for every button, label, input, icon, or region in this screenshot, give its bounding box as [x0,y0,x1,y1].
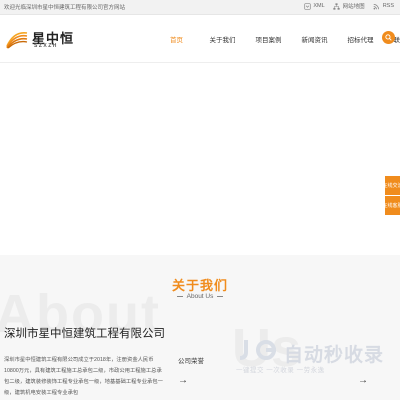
rss-icon [373,2,381,10]
logo-mark-icon [6,31,28,49]
company-name: 深圳市星中恒建筑工程有限公司 [4,328,165,340]
search-icon [385,34,392,41]
divider-left [176,296,183,297]
watermark-logo-icon [239,340,276,360]
xml-link[interactable]: XML [303,2,325,10]
nav-item-bidding[interactable]: 招标代理 [344,15,377,63]
logo-subtext: SZXZH [34,43,58,49]
about-subtitle: About Us [0,293,400,300]
xml-link-label: XML [313,3,325,9]
top-bar: 欢迎光临深圳市星中恒建筑工程有限公司官方网站 XML 网站地图 RSS [0,0,400,15]
nav-item-about[interactable]: 关于我们 [206,15,239,63]
watermark-title: 自动秒收录 [284,345,385,366]
site-logo[interactable]: 星中恒 SZXZH [6,25,86,55]
rss-link-label: RSS [382,3,394,9]
company-description: 深圳市星中恒建筑工程有限公司成立于2018年，注册资金人民币10800万元，具有… [4,357,163,396]
side-tab-service[interactable]: 在线客服 [385,196,400,216]
sitemap-link[interactable]: 网站地图 [333,2,365,10]
rss-link[interactable]: RSS [373,2,394,10]
welcome-text: 欢迎光临深圳市星中恒建筑工程有限公司官方网站 [4,5,126,11]
nav-item-projects[interactable]: 项目案例 [252,15,285,63]
hero-banner [0,63,400,255]
main-nav: 首页 关于我们 项目案例 新闻资讯 招标代理 联系我们 [160,15,400,63]
nav-item-home[interactable]: 首页 [160,15,193,63]
search-button[interactable] [382,31,395,44]
divider-right [217,296,224,297]
top-links: XML 网站地图 RSS [303,2,394,10]
side-tab-chat[interactable]: 在线交流 [385,176,400,196]
sitemap-link-label: 网站地图 [342,4,365,10]
about-title: 关于我们 [171,278,228,293]
side-float-tabs: 在线交流 在线客服 [385,176,400,216]
about-section: About Us 关于我们 About Us 深圳市星中恒建筑工程有限公司 深圳… [0,255,400,400]
site-header: 星中恒 SZXZH 首页 关于我们 项目案例 新闻资讯 招标代理 联系我们 [0,15,400,63]
nav-item-news[interactable]: 新闻资讯 [298,15,331,63]
xml-icon [303,2,311,10]
sitemap-icon [333,2,341,10]
watermark: 自动秒收录 一键提交 一次收录 一劳永逸 [236,338,386,378]
about-subtitle-text: About Us [186,293,214,300]
arrow-right-icon[interactable]: → [178,375,188,386]
watermark-subtitle: 一键提交 一次收录 一劳永逸 [236,367,325,374]
honor-link[interactable]: 公司荣誉 [178,355,204,365]
